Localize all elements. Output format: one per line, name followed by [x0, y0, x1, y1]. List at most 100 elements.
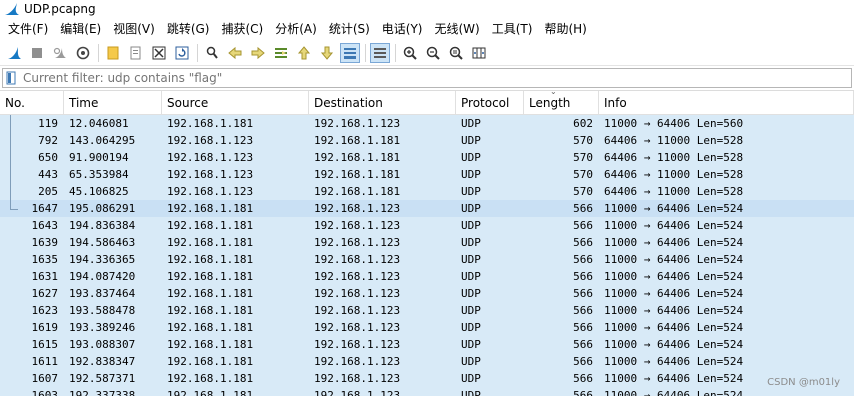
packet-time-cell: 65.353984: [69, 168, 129, 181]
packet-length-cell: 566: [573, 270, 593, 283]
column-header-source[interactable]: Source: [162, 91, 309, 115]
capture-options-icon[interactable]: [73, 43, 93, 63]
packet-source-cell: 192.168.1.123: [167, 185, 254, 198]
packet-row[interactable]: 119 12.046081 192.168.1.181 192.168.1.123 UD…: [0, 115, 854, 132]
go-back-icon[interactable]: [225, 43, 245, 63]
title-bar: UDP.pcapng: [0, 0, 854, 18]
packet-row[interactable]: 792 143.064295 192.168.1.123 192.168.1.181 U…: [0, 132, 854, 149]
packet-info-cell: 64406 → 11000 Len=528: [604, 185, 744, 198]
packet-row[interactable]: 443 65.353984 192.168.1.123 192.168.1.181 UD…: [0, 166, 854, 183]
menu-tools[interactable]: 工具(T): [486, 18, 539, 40]
packet-time-cell: 192.337338: [69, 389, 136, 396]
packet-row[interactable]: 205 45.106825 192.168.1.123 192.168.1.181 UD…: [0, 183, 854, 200]
packet-row[interactable]: 650 91.900194 192.168.1.123 192.168.1.181 UD…: [0, 149, 854, 166]
column-header-protocol[interactable]: Protocol: [456, 91, 524, 115]
packet-destination-cell: 192.168.1.123: [314, 304, 401, 317]
menu-capture[interactable]: 捕获(C): [215, 18, 269, 40]
packet-length-cell: 566: [573, 287, 593, 300]
file-set-icon[interactable]: [126, 43, 146, 63]
packet-length-cell: 566: [573, 253, 593, 266]
menu-file[interactable]: 文件(F): [2, 18, 54, 40]
packet-row[interactable]: 1615 193.088307 192.168.1.181 192.168.1.123…: [0, 336, 854, 353]
packet-destination-cell: 192.168.1.181: [314, 151, 401, 164]
packet-length-cell: 566: [573, 338, 593, 351]
packet-length-cell: 566: [573, 202, 593, 215]
window-title: UDP.pcapng: [24, 2, 96, 16]
packet-row[interactable]: 1627 193.837464 192.168.1.181 192.168.1.123…: [0, 285, 854, 302]
packet-protocol-cell: UDP: [461, 287, 481, 300]
menu-analyze[interactable]: 分析(A): [269, 18, 323, 40]
packet-destination-cell: 192.168.1.123: [314, 338, 401, 351]
shark-fin-start-icon[interactable]: [4, 43, 24, 63]
packet-destination-cell: 192.168.1.123: [314, 117, 401, 130]
colorize-icon[interactable]: [370, 42, 390, 63]
open-file-icon[interactable]: [103, 43, 123, 63]
packet-row[interactable]: 1647 195.086291 192.168.1.181 192.168.1.123…: [0, 200, 854, 217]
packet-length-cell: 602: [573, 117, 593, 130]
packet-row[interactable]: 1639 194.586463 192.168.1.181 192.168.1.123…: [0, 234, 854, 251]
normal-size-icon[interactable]: [446, 43, 466, 63]
packet-time-cell: 45.106825: [69, 185, 129, 198]
packet-list: No. Time Source Destination Protocol ⌄ L…: [0, 90, 854, 396]
menu-help[interactable]: 帮助(H): [538, 18, 592, 40]
packet-destination-cell: 192.168.1.123: [314, 253, 401, 266]
packet-length-cell: 566: [573, 389, 593, 396]
first-packet-icon[interactable]: [294, 43, 314, 63]
bookmark-icon[interactable]: [3, 69, 19, 87]
packet-row[interactable]: 1631 194.087420 192.168.1.181 192.168.1.123…: [0, 268, 854, 285]
wireshark-fin-icon: [5, 3, 19, 15]
packet-source-cell: 192.168.1.123: [167, 134, 254, 147]
auto-scroll-icon[interactable]: [340, 42, 360, 63]
restart-capture-icon[interactable]: [50, 43, 70, 63]
packet-row[interactable]: 1643 194.836384 192.168.1.181 192.168.1.123…: [0, 217, 854, 234]
packet-info-cell: 11000 → 64406 Len=560: [604, 117, 744, 130]
packet-no-cell: 1619: [31, 321, 59, 334]
packet-no-cell: 1603: [31, 389, 59, 396]
menu-go[interactable]: 跳转(G): [161, 18, 216, 40]
packet-row[interactable]: 1623 193.588478 192.168.1.181 192.168.1.123…: [0, 302, 854, 319]
packet-row[interactable]: 1611 192.838347 192.168.1.181 192.168.1.123…: [0, 353, 854, 370]
column-header-time[interactable]: Time: [64, 91, 162, 115]
stop-capture-icon[interactable]: [27, 43, 47, 63]
packet-no-cell: 1639: [31, 236, 59, 249]
column-header-destination[interactable]: Destination: [309, 91, 456, 115]
last-packet-icon[interactable]: [317, 43, 337, 63]
zoom-out-icon[interactable]: [423, 43, 443, 63]
menu-edit[interactable]: 编辑(E): [54, 18, 107, 40]
packet-row[interactable]: 1635 194.336365 192.168.1.181 192.168.1.123…: [0, 251, 854, 268]
go-to-packet-icon[interactable]: [271, 43, 291, 63]
zoom-in-icon[interactable]: [400, 43, 420, 63]
resize-columns-icon[interactable]: [469, 43, 489, 63]
packet-list-header: No. Time Source Destination Protocol ⌄ L…: [0, 91, 854, 115]
packet-protocol-cell: UDP: [461, 372, 481, 385]
packet-destination-cell: 192.168.1.181: [314, 134, 401, 147]
packet-row[interactable]: 1607 192.587371 192.168.1.181 192.168.1.123…: [0, 370, 854, 387]
menu-statistics[interactable]: 统计(S): [323, 18, 376, 40]
main-toolbar: [0, 40, 854, 66]
packet-source-cell: 192.168.1.181: [167, 372, 254, 385]
packet-info-cell: 11000 → 64406 Len=524: [604, 304, 744, 317]
display-filter-bar: [2, 68, 852, 88]
packet-row[interactable]: 1619 193.389246 192.168.1.181 192.168.1.123…: [0, 319, 854, 336]
column-header-no[interactable]: No.: [0, 91, 64, 115]
packet-row[interactable]: 1603 192.337338 192.168.1.181 192.168.1.123…: [0, 387, 854, 396]
display-filter-input[interactable]: [19, 69, 851, 87]
packet-protocol-cell: UDP: [461, 134, 481, 147]
packet-source-cell: 192.168.1.181: [167, 219, 254, 232]
menu-telephony[interactable]: 电话(Y): [376, 18, 429, 40]
find-packet-icon[interactable]: [202, 43, 222, 63]
menu-view[interactable]: 视图(V): [107, 18, 161, 40]
packet-time-cell: 193.588478: [69, 304, 136, 317]
packet-time-cell: 194.087420: [69, 270, 136, 283]
close-file-icon[interactable]: [149, 43, 169, 63]
packet-no-cell: 1635: [31, 253, 59, 266]
packet-destination-cell: 192.168.1.123: [314, 321, 401, 334]
column-header-length[interactable]: ⌄ Length: [524, 91, 599, 115]
go-forward-icon[interactable]: [248, 43, 268, 63]
packet-length-cell: 566: [573, 219, 593, 232]
menu-bar: 文件(F) 编辑(E) 视图(V) 跳转(G) 捕获(C) 分析(A) 统计(S…: [0, 18, 854, 40]
packet-info-cell: 11000 → 64406 Len=524: [604, 236, 744, 249]
reload-file-icon[interactable]: [172, 43, 192, 63]
menu-wireless[interactable]: 无线(W): [429, 18, 486, 40]
column-header-info[interactable]: Info: [599, 91, 854, 115]
